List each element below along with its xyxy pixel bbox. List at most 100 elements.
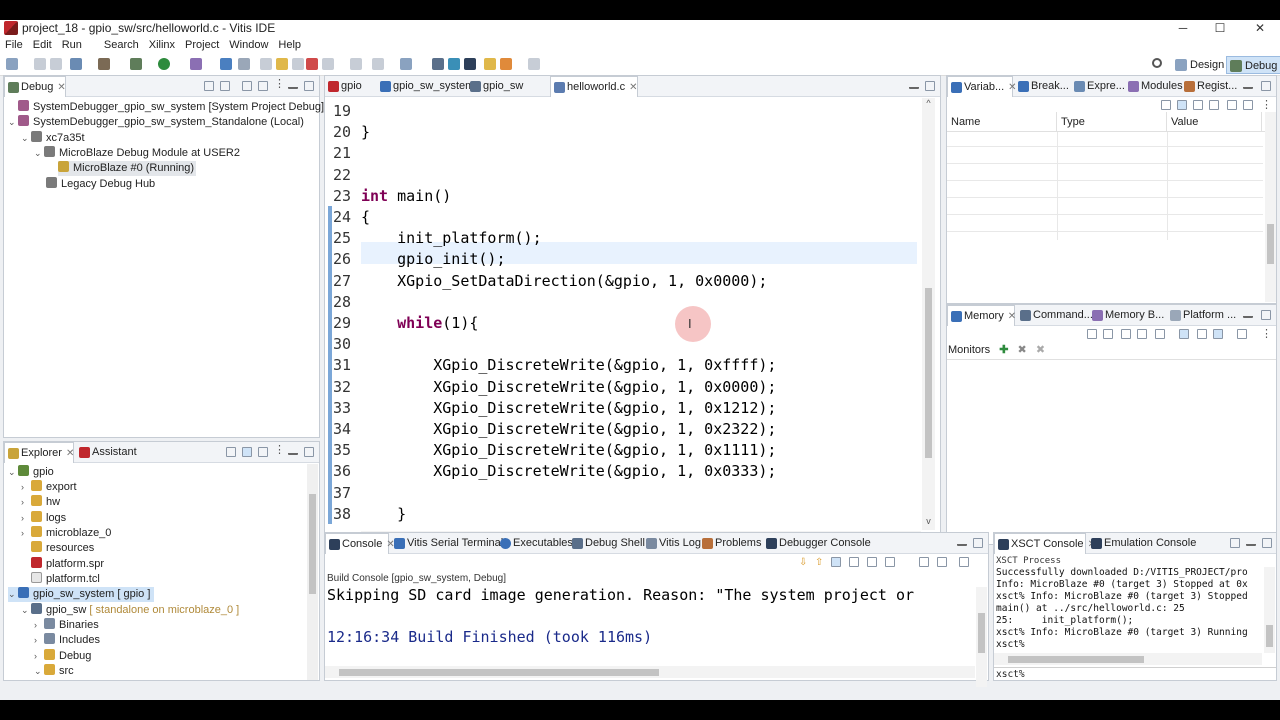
explorer-scrollbar-thumb[interactable] — [309, 494, 316, 594]
expand-arrow-icon[interactable]: ⌄ — [8, 587, 18, 602]
debug-shell-icon[interactable] — [464, 58, 476, 70]
view-menu-icon[interactable]: ⋮ — [274, 443, 285, 456]
scroll-down-arrow-icon[interactable]: ⇩ — [799, 557, 809, 568]
run-icon[interactable] — [158, 58, 170, 70]
tab-variables[interactable]: Variab... ✕ — [947, 76, 1017, 97]
code-line[interactable]: XGpio_SetDataDirection(&gpio, 1, 0x0000)… — [361, 272, 767, 290]
layout-icon[interactable] — [1213, 329, 1223, 339]
tree-item[interactable]: SystemDebugger_gpio_sw_system [System Pr… — [8, 100, 324, 115]
remove-terminated-icon[interactable] — [220, 81, 230, 91]
tab-emulation-console[interactable]: Emulation Console — [1088, 533, 1196, 554]
xsct-horizontal-scrollbar[interactable] — [994, 653, 1262, 665]
expand-arrow-icon[interactable]: ⌄ — [8, 465, 18, 480]
close-icon[interactable]: ✕ — [1008, 311, 1016, 322]
minimize-view-icon[interactable] — [909, 81, 919, 89]
xsct-command-input[interactable]: xsct% — [994, 667, 1276, 680]
minimize-view-icon[interactable] — [288, 81, 298, 89]
expand-arrow-icon[interactable]: ⌄ — [8, 115, 18, 130]
maximize-view-icon[interactable] — [973, 538, 983, 548]
expand-arrow-icon[interactable]: ⌄ — [34, 146, 44, 161]
column-name[interactable]: Name — [947, 112, 1057, 132]
back-icon[interactable] — [500, 58, 512, 70]
new-rendering-icon[interactable] — [1087, 329, 1097, 339]
maximize-view-icon[interactable] — [1261, 81, 1271, 91]
view-menu-icon[interactable]: ⋮ — [1261, 327, 1272, 340]
tab-executables[interactable]: Executables — [497, 533, 573, 554]
remove-monitor-icon[interactable]: ✖ — [1018, 344, 1027, 356]
menu-search[interactable]: Search — [99, 39, 144, 51]
console-horizontal-scrollbar[interactable] — [325, 666, 975, 678]
toggle-split-icon[interactable] — [1197, 329, 1207, 339]
code-line[interactable]: int main() — [361, 187, 451, 205]
import-icon[interactable] — [1121, 329, 1131, 339]
menu-run[interactable]: Run — [57, 39, 87, 51]
editor-vertical-scrollbar-thumb[interactable] — [925, 288, 932, 458]
tree-item[interactable]: Legacy Debug Hub — [46, 177, 155, 192]
minimize-icon[interactable] — [1227, 100, 1237, 110]
collapse-arrow-icon[interactable]: › — [21, 495, 31, 510]
explorer-scrollbar[interactable] — [307, 464, 318, 680]
scroll-down-icon[interactable]: v — [922, 516, 935, 528]
close-icon[interactable]: ✕ — [629, 82, 637, 93]
tab-vitis-log[interactable]: Vitis Log — [643, 533, 701, 554]
code-line[interactable]: XGpio_DiscreteWrite(&gpio, 1, 0xffff); — [361, 356, 776, 374]
pin-icon[interactable] — [1237, 329, 1247, 339]
scroll-lock-icon[interactable] — [831, 557, 841, 567]
collapse-arrow-icon[interactable]: › — [34, 649, 44, 664]
collapse-arrow-icon[interactable]: › — [21, 526, 31, 541]
code-line[interactable]: } — [361, 505, 406, 523]
collapse-arrow-icon[interactable]: › — [21, 480, 31, 495]
code-line[interactable]: init_platform(); — [361, 229, 542, 247]
menu-edit[interactable]: Edit — [28, 39, 57, 51]
maximize-view-icon[interactable] — [304, 81, 314, 91]
close-icon[interactable]: ✕ — [66, 448, 74, 459]
reset-icon[interactable] — [1103, 329, 1113, 339]
tab-memory[interactable]: Memory ✕ — [947, 305, 1016, 326]
tree-item[interactable]: ⌄ xc7a35t — [21, 131, 85, 146]
word-wrap-icon[interactable] — [849, 557, 859, 567]
tab-assistant[interactable]: Assistant — [76, 442, 137, 463]
step-into-icon[interactable] — [322, 58, 334, 70]
search-icon[interactable] — [1152, 58, 1162, 68]
tree-item[interactable]: resources — [31, 541, 94, 556]
tab-debug[interactable]: Debug ✕ — [4, 76, 66, 97]
minimize-view-icon[interactable] — [1243, 310, 1253, 318]
console-vertical-scrollbar[interactable] — [976, 587, 987, 687]
minimize-view-icon[interactable] — [957, 538, 967, 546]
open-console-icon[interactable] — [919, 557, 929, 567]
tab-platform[interactable]: Platform ... — [1167, 305, 1236, 326]
tree-item[interactable]: ⌄ MicroBlaze Debug Module at USER2 — [34, 146, 240, 161]
hammer-build-icon[interactable] — [98, 58, 110, 70]
tree-item[interactable]: › logs — [21, 511, 66, 526]
expand-arrow-icon[interactable]: ⌄ — [21, 131, 31, 146]
code-line[interactable]: XGpio_DiscreteWrite(&gpio, 1, 0x2322); — [361, 420, 776, 438]
collapse-icon[interactable] — [204, 81, 214, 91]
tab-command[interactable]: Command... — [1017, 305, 1093, 326]
variables-scrollbar-thumb[interactable] — [1267, 224, 1274, 264]
menu-help[interactable]: Help — [273, 39, 306, 51]
restart-icon[interactable] — [242, 81, 252, 91]
code-line[interactable]: while(1){ — [361, 314, 478, 332]
restore-icon[interactable] — [1243, 100, 1253, 110]
tab-debugger-console[interactable]: Debugger Console — [763, 533, 871, 554]
link-editor-icon[interactable] — [242, 447, 252, 457]
pin-console-icon[interactable] — [885, 557, 895, 567]
skip-breakpoints-icon[interactable] — [238, 58, 250, 70]
step-return-icon[interactable] — [372, 58, 384, 70]
tab-registers[interactable]: Regist... — [1181, 76, 1237, 97]
save-all-icon[interactable] — [50, 58, 62, 70]
tree-item[interactable]: ⌄ SystemDebugger_gpio_sw_system_Standalon… — [8, 115, 304, 130]
tab-breakpoints[interactable]: Break... — [1015, 76, 1069, 97]
resume-icon[interactable] — [260, 58, 272, 70]
debug-perspective-button[interactable]: Debug — [1226, 56, 1280, 74]
filter-icon[interactable] — [258, 447, 268, 457]
editor-vertical-scrollbar[interactable]: ^ v — [922, 98, 935, 530]
tree-item[interactable]: › Includes — [34, 633, 100, 648]
minimize-view-icon[interactable] — [288, 447, 298, 455]
code-line[interactable]: } — [361, 123, 370, 141]
tree-item[interactable]: ⌄ gpio — [8, 465, 54, 480]
collapse-all-icon[interactable] — [226, 447, 236, 457]
terminate-icon[interactable] — [292, 58, 304, 70]
logical-structure-icon[interactable] — [1193, 100, 1203, 110]
disconnect-icon[interactable] — [306, 58, 318, 70]
